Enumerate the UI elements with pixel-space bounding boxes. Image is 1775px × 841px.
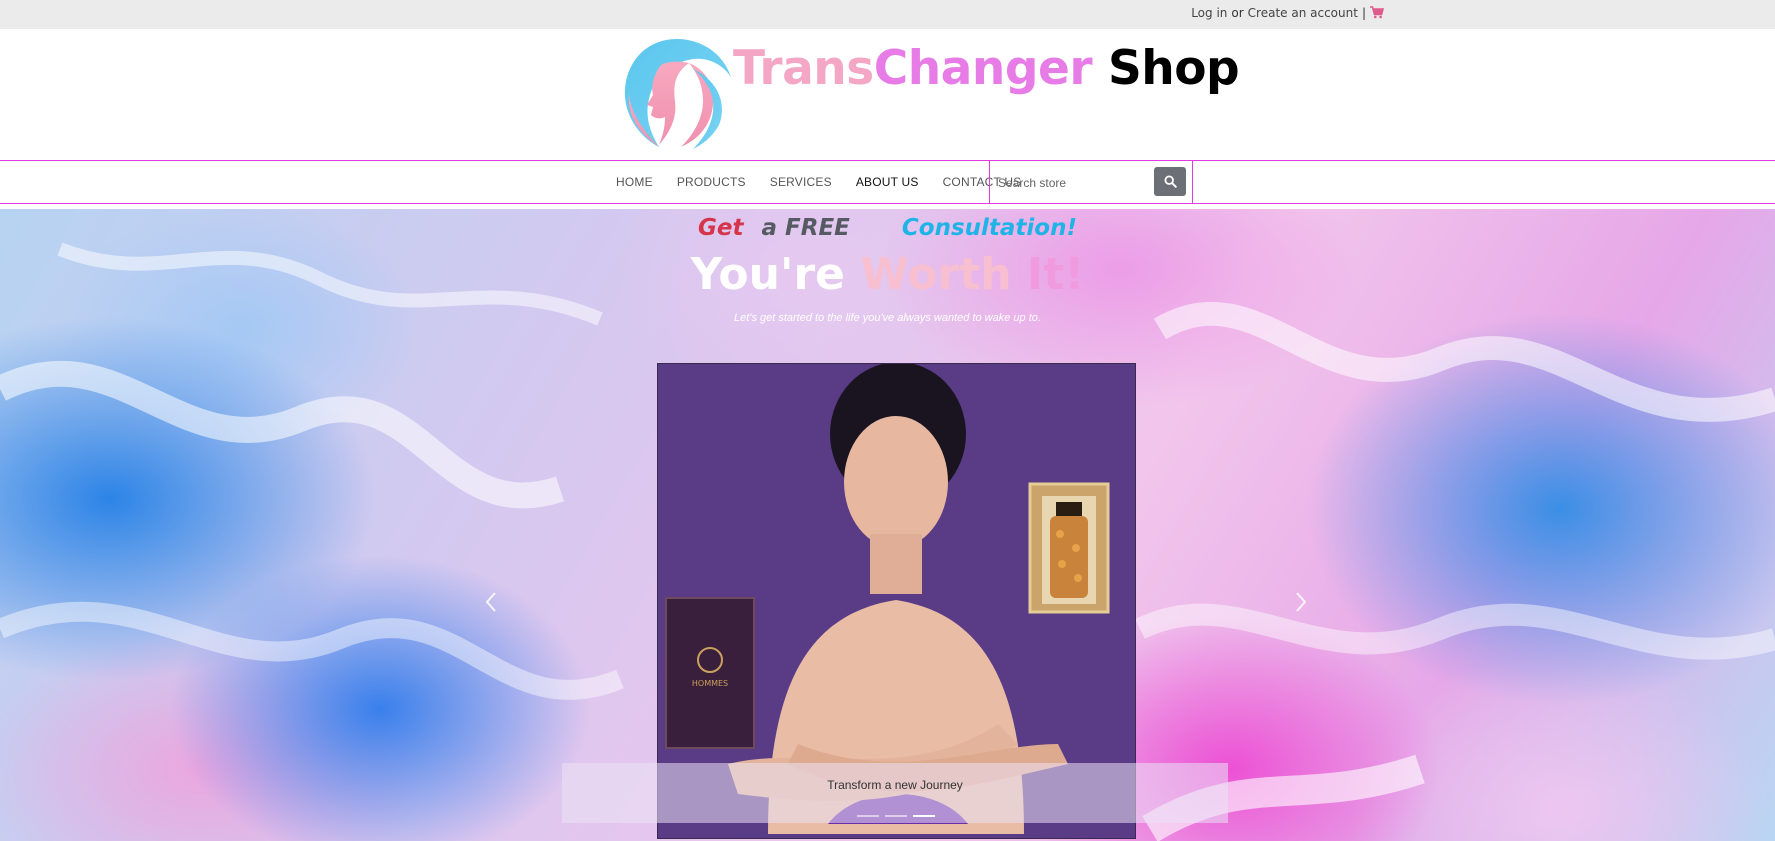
search-icon <box>1163 175 1177 188</box>
hero-headline: You're Worth It! <box>0 249 1775 300</box>
carousel-caption: Transform a new Journey <box>562 763 1228 823</box>
carousel-indicators <box>857 815 935 817</box>
main-nav: HOME PRODUCTS SERVICES ABOUT US CONTACT … <box>0 160 1775 204</box>
free-consultation-tagline: Get a FREE Consultation! <box>0 215 1775 241</box>
hero-banner: Get a FREE Consultation! You're Worth It! … <box>0 209 1775 841</box>
top-bar: Log in or Create an account | <box>0 0 1775 29</box>
brand-part-trans: Trans <box>733 41 874 96</box>
tagline-free: a FREE <box>761 215 850 241</box>
headline-worth: Worth <box>860 249 1012 300</box>
cart-icon[interactable] <box>1370 6 1385 20</box>
nav-item-services[interactable]: SERVICES <box>758 175 844 189</box>
carousel-indicator-2[interactable] <box>885 815 907 817</box>
chevron-right-icon <box>1296 592 1307 612</box>
carousel-indicator-3[interactable] <box>913 815 935 817</box>
tagline-get: Get <box>698 215 744 241</box>
nav-menu: HOME PRODUCTS SERVICES ABOUT US CONTACT … <box>604 161 1033 203</box>
nav-item-home[interactable]: HOME <box>604 175 665 189</box>
search-button[interactable] <box>1154 167 1186 196</box>
brand-part-shop: Shop <box>1107 41 1240 96</box>
account-links: Log in or Create an account | <box>1191 6 1385 20</box>
carousel-next-button[interactable] <box>1291 587 1311 617</box>
carousel-indicator-1[interactable] <box>857 815 879 817</box>
hero-subline: Let's get started to the life you've alw… <box>734 312 1041 324</box>
product-box-label: HOMMES <box>692 679 728 688</box>
headline-youre: You're <box>690 249 845 300</box>
logo-woman-profile-icon[interactable] <box>619 35 735 151</box>
nav-item-about-us[interactable]: ABOUT US <box>844 175 931 189</box>
or-text: or <box>1231 6 1244 20</box>
brand-part-changer: Changer <box>873 41 1093 96</box>
search-form <box>989 161 1193 203</box>
chevron-left-icon <box>485 592 496 612</box>
brand-wordmark[interactable]: TransChanger Shop <box>733 41 1240 96</box>
carousel-prev-button[interactable] <box>481 587 501 617</box>
nav-item-products[interactable]: PRODUCTS <box>665 175 758 189</box>
separator: | <box>1361 6 1366 20</box>
site-header: TransChanger Shop <box>0 29 1775 160</box>
search-input[interactable] <box>996 171 1150 195</box>
create-account-link[interactable]: Create an account <box>1248 6 1358 20</box>
tagline-consultation: Consultation! <box>901 215 1077 241</box>
login-link[interactable]: Log in <box>1191 6 1227 20</box>
headline-it: It! <box>1026 249 1085 300</box>
carousel-caption-text: Transform a new Journey <box>827 778 963 792</box>
